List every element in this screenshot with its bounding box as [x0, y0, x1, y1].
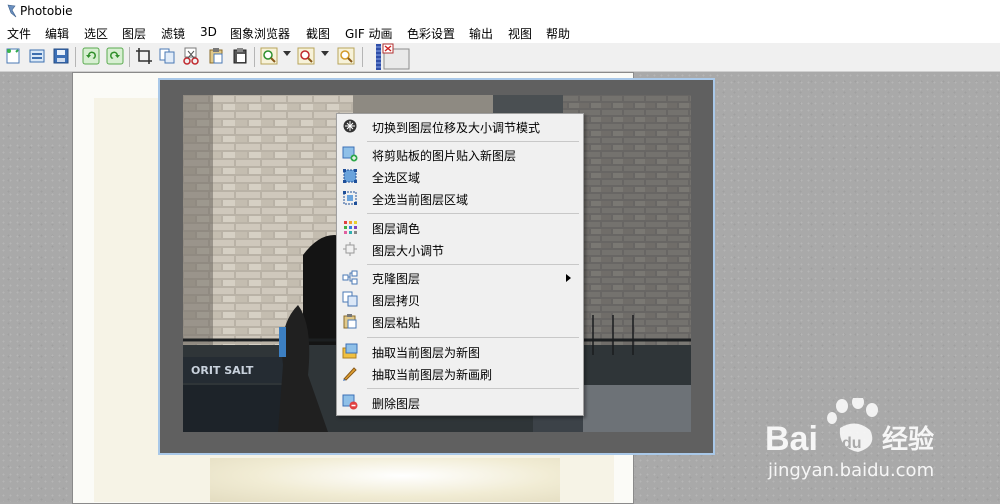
toolbar-separator	[75, 47, 76, 67]
menu-separator	[367, 141, 579, 142]
menu-item-select-layer-area[interactable]: 全选当前图层区域	[337, 188, 583, 210]
submenu-arrow-icon	[566, 274, 571, 282]
zoom-in-dropdown-arrow[interactable]	[283, 51, 291, 56]
watermark-brand: Bai	[765, 420, 818, 458]
extract-new-image-icon	[342, 343, 358, 359]
menu-item-label: 切换到图层位移及大小调节模式	[372, 121, 541, 135]
menu-item-label: 全选区域	[372, 171, 421, 185]
menu-item-extract-new-image[interactable]: 抽取当前图层为新图	[337, 341, 583, 363]
select-layer-area-icon	[342, 190, 358, 206]
copy-icon[interactable]	[158, 47, 176, 65]
menu-help[interactable]: 帮助	[546, 25, 570, 42]
paste-to-new-layer-icon	[342, 146, 358, 162]
redo-icon[interactable]	[106, 47, 124, 65]
menu-item-select-all[interactable]: 全选区域	[337, 166, 583, 188]
menu-item-move-resize-mode[interactable]: 切换到图层位移及大小调节模式	[337, 116, 583, 138]
watermark-brand-du: du	[842, 435, 862, 452]
menu-item-label: 图层粘贴	[372, 316, 421, 330]
window-title: Photobie	[20, 4, 73, 18]
layer-copy-icon	[342, 291, 358, 307]
clone-layer-icon	[342, 269, 358, 285]
watermark-cn: 经验	[882, 424, 934, 455]
layer-paste-icon	[342, 313, 358, 329]
menu-item-label: 删除图层	[372, 397, 421, 411]
menu-item-layer-resize[interactable]: 图层大小调节	[337, 239, 583, 261]
watermark-url: jingyan.baidu.com	[767, 460, 934, 481]
app-icon	[7, 4, 17, 18]
menu-item-extract-new-brush[interactable]: 抽取当前图层为新画刷	[337, 363, 583, 385]
menu-item-label: 抽取当前图层为新图	[372, 346, 481, 360]
menu-gif-animation[interactable]: GIF 动画	[345, 25, 393, 42]
baidu-jingyan-watermark: Bai du 经验 jingyan.baidu.com	[760, 395, 990, 488]
zoom-in-icon[interactable]	[260, 47, 278, 65]
paste-icon[interactable]	[207, 47, 225, 65]
menu-separator	[367, 213, 579, 214]
document-image-fragment	[210, 458, 560, 502]
title-bar: Photobie	[0, 0, 1000, 22]
menu-edit[interactable]: 编辑	[45, 25, 69, 42]
menu-item-delete-layer[interactable]: 删除图层	[337, 392, 583, 414]
menu-item-label: 图层大小调节	[372, 244, 445, 258]
menu-screenshot[interactable]: 截图	[306, 25, 330, 42]
zoom-out-icon[interactable]	[297, 47, 315, 65]
zoom-fit-icon[interactable]	[337, 47, 355, 65]
menu-color-settings[interactable]: 色彩设置	[407, 25, 455, 42]
menu-item-label: 抽取当前图层为新画刷	[372, 368, 493, 382]
crop-icon[interactable]	[135, 47, 153, 65]
menu-item-label: 图层拷贝	[372, 294, 421, 308]
toolbar-separator	[254, 47, 255, 67]
extract-new-brush-icon	[342, 365, 358, 381]
menu-item-paste-new-layer[interactable]: 将剪贴板的图片贴入新图层	[337, 144, 583, 166]
photo-sign-text: ORIT SALT	[191, 364, 254, 377]
menu-item-label: 克隆图层	[372, 272, 421, 286]
move-resize-mode-icon	[342, 118, 358, 134]
menu-output[interactable]: 输出	[469, 25, 493, 42]
menu-item-clone-layer[interactable]: 克隆图层	[337, 267, 583, 289]
menu-item-label: 图层调色	[372, 222, 421, 236]
toolbar-separator	[129, 47, 130, 67]
close-document-icon[interactable]	[371, 43, 411, 71]
menu-file[interactable]: 文件	[7, 25, 31, 42]
select-all-icon	[342, 168, 358, 184]
layer-context-menu: 切换到图层位移及大小调节模式 将剪贴板的图片贴入新图层 全选区域 全选当前图层区…	[336, 113, 584, 416]
menu-3d[interactable]: 3D	[200, 25, 217, 39]
menu-separator	[367, 264, 579, 265]
zoom-out-dropdown-arrow[interactable]	[321, 51, 329, 56]
toolbar-separator	[362, 47, 363, 67]
open-file-icon[interactable]	[28, 47, 46, 65]
undo-icon[interactable]	[82, 47, 100, 65]
menu-filter[interactable]: 滤镜	[161, 25, 185, 42]
cut-icon[interactable]	[182, 47, 200, 65]
new-file-icon[interactable]	[4, 47, 22, 65]
toolbar	[0, 43, 1000, 72]
delete-layer-icon	[342, 394, 358, 410]
menu-separator	[367, 388, 579, 389]
save-icon[interactable]	[52, 47, 70, 65]
menu-bar: 文件 编辑 选区 图层 滤镜 3D 图象浏览器 截图 GIF 动画 色彩设置 输…	[0, 22, 1000, 43]
paste-new-icon[interactable]	[231, 47, 249, 65]
menu-item-label: 全选当前图层区域	[372, 193, 469, 207]
menu-layer[interactable]: 图层	[122, 25, 146, 42]
menu-item-layer-copy[interactable]: 图层拷贝	[337, 289, 583, 311]
menu-separator	[367, 337, 579, 338]
menu-item-label: 将剪贴板的图片贴入新图层	[372, 149, 517, 163]
menu-selection[interactable]: 选区	[84, 25, 108, 42]
layer-resize-icon	[342, 241, 358, 257]
menu-item-layer-color-adjust[interactable]: 图层调色	[337, 217, 583, 239]
menu-image-browser[interactable]: 图象浏览器	[230, 25, 290, 42]
menu-view[interactable]: 视图	[508, 25, 532, 42]
menu-item-layer-paste[interactable]: 图层粘贴	[337, 311, 583, 333]
layer-color-adjust-icon	[342, 219, 358, 235]
